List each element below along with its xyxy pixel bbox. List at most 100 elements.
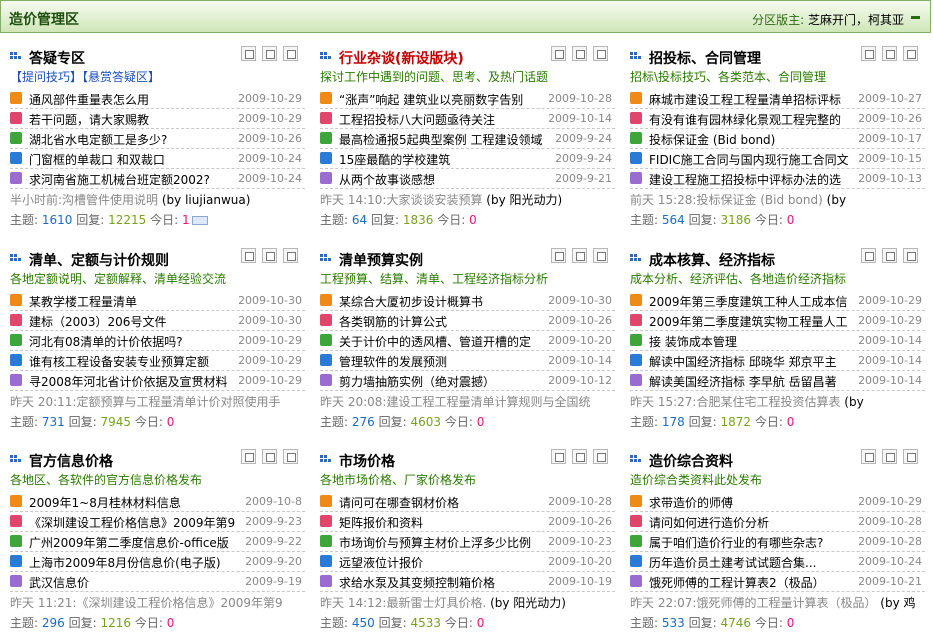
forum-name[interactable]: 市场价格 bbox=[339, 451, 395, 471]
last-post-link[interactable]: 昨天 14:12:最新雷士灯具价格. bbox=[320, 596, 486, 610]
moderator-icon[interactable] bbox=[903, 449, 918, 464]
new-topic-icon[interactable] bbox=[262, 449, 277, 464]
thread-title[interactable]: 《深圳建设工程价格信息》2009年第9 bbox=[29, 514, 235, 531]
last-post-link[interactable]: 前天 15:28:投标保证金 (Bid bond) bbox=[630, 193, 823, 207]
new-topic-icon[interactable] bbox=[882, 449, 897, 464]
thread-title[interactable]: 某教学楼工程量清单 bbox=[29, 293, 235, 310]
forum-description[interactable]: 招标\投标技巧、各类范本、合同管理 bbox=[630, 68, 826, 85]
thread-title[interactable]: 关于计价中的透风槽、管道开槽的定 bbox=[339, 333, 545, 350]
forum-description[interactable]: 【提问技巧】【悬赏答疑区】 bbox=[10, 68, 160, 85]
thread-title[interactable]: 15座最酷的学校建筑 bbox=[339, 151, 545, 168]
thread-title[interactable]: 湖北省水电定额工是多少? bbox=[29, 131, 235, 148]
last-post-link[interactable]: 半小时前:沟槽管件使用说明 bbox=[10, 193, 158, 207]
forum-name[interactable]: 清单预算实例 bbox=[339, 250, 423, 270]
new-topic-icon[interactable] bbox=[572, 46, 587, 61]
rss-icon[interactable] bbox=[241, 248, 256, 263]
thread-title[interactable]: 解读美国经济指标 李早航 岳留昌著 bbox=[649, 373, 855, 390]
thread-title[interactable]: 寻2008年河北省计价依据及宣贯材料 bbox=[29, 373, 235, 390]
last-post-author[interactable]: (by bbox=[844, 395, 863, 409]
thread-title[interactable]: 若干问题，请大家赐教 bbox=[29, 111, 235, 128]
forum-name[interactable]: 造价综合资料 bbox=[649, 451, 733, 471]
thread-title[interactable]: 饿死师傅的工程计算表2（极品） bbox=[649, 574, 855, 591]
moderator-links[interactable]: 芝麻开门，柯其亚 bbox=[808, 13, 904, 27]
thread-title[interactable]: 远望液位计报价 bbox=[339, 554, 545, 571]
last-post-author[interactable]: (by liujianwua) bbox=[162, 193, 251, 207]
thread-title[interactable]: 历年造价员土建考试试题合集... bbox=[649, 554, 855, 571]
last-post-link[interactable]: 昨天 20:11:定额预算与工程量清单计价对照使用手 bbox=[10, 395, 280, 409]
thread-title[interactable]: 投标保证金 (Bid bond) bbox=[649, 131, 855, 148]
forum-description[interactable]: 工程预算、结算、清单、工程经济指标分析 bbox=[320, 270, 548, 287]
forum-description[interactable]: 成本分析、经济评估、各地造价经济指标 bbox=[630, 270, 846, 287]
moderator-icon[interactable] bbox=[593, 449, 608, 464]
last-post-author[interactable]: (by 鸡 bbox=[880, 596, 915, 610]
moderator-icon[interactable] bbox=[593, 46, 608, 61]
thread-title[interactable]: 最高检通报5起典型案例 工程建设领域 bbox=[339, 131, 545, 148]
last-post-link[interactable]: 昨天 14:10:大家谈谈安装预算 bbox=[320, 193, 482, 207]
thread-title[interactable]: FIDIC施工合同与国内现行施工合同文 bbox=[649, 151, 855, 168]
moderator-icon[interactable] bbox=[283, 248, 298, 263]
last-post-link[interactable]: 昨天 22:07:饿死师傅的工程量计算表（极品） bbox=[630, 596, 876, 610]
thread-title[interactable]: 请问可在哪查钢材价格 bbox=[339, 494, 545, 511]
rss-icon[interactable] bbox=[861, 248, 876, 263]
thread-title[interactable]: 各类钢筋的计算公式 bbox=[339, 313, 545, 330]
thread-title[interactable]: 求河南省施工机械台班定额2002? bbox=[29, 171, 235, 188]
new-topic-icon[interactable] bbox=[262, 46, 277, 61]
moderator-icon[interactable] bbox=[903, 46, 918, 61]
thread-title[interactable]: 2009年1~8月桂林材料信息 bbox=[29, 494, 235, 511]
rss-icon[interactable] bbox=[861, 46, 876, 61]
last-post-author[interactable]: (by bbox=[827, 193, 846, 207]
last-post-author[interactable]: (by 阳光动力) bbox=[486, 193, 562, 207]
thread-title[interactable]: 市场询价与预算主材价上浮多少比例 bbox=[339, 534, 545, 551]
thread-title[interactable]: 上海市2009年8月份信息价(电子版) bbox=[29, 554, 235, 571]
last-post-link[interactable]: 昨天 20:08:建设工程工程量清单计算规则与全国统 bbox=[320, 395, 590, 409]
thread-title[interactable]: 属于咱们造价行业的有哪些杂志? bbox=[649, 534, 855, 551]
last-post-link[interactable]: 昨天 15:27:合肥某住宅工程投资估算表 bbox=[630, 395, 840, 409]
thread-title[interactable]: “涨声”响起 建筑业以亮丽数字告别 bbox=[339, 91, 545, 108]
moderator-icon[interactable] bbox=[283, 449, 298, 464]
forum-description[interactable]: 各地定额说明、定额解释、清单经验交流 bbox=[10, 270, 226, 287]
forum-name[interactable]: 招投标、合同管理 bbox=[649, 48, 761, 68]
thread-title[interactable]: 麻城市建设工程工程量清单招标评标 bbox=[649, 91, 855, 108]
rss-icon[interactable] bbox=[861, 449, 876, 464]
thread-title[interactable]: 武汉信息价 bbox=[29, 574, 235, 591]
thread-title[interactable]: 2009年第三季度建筑工种人工成本信 bbox=[649, 293, 855, 310]
thread-title[interactable]: 有没有谁有园林绿化景观工程完整的 bbox=[649, 111, 855, 128]
forum-name[interactable]: 官方信息价格 bbox=[29, 451, 113, 471]
new-topic-icon[interactable] bbox=[882, 46, 897, 61]
thread-title[interactable]: 河北有08清单的计价依据吗? bbox=[29, 333, 235, 350]
thread-title[interactable]: 接 装饰成本管理 bbox=[649, 333, 855, 350]
thread-title[interactable]: 工程招投标八大问题亟待关注 bbox=[339, 111, 545, 128]
thread-title[interactable]: 求给水泵及其变频控制箱价格 bbox=[339, 574, 545, 591]
thread-title[interactable]: 谁有核工程设备安装专业预算定额 bbox=[29, 353, 235, 370]
thread-title[interactable]: 解读中国经济指标 邱晓华 郑京平主 bbox=[649, 353, 855, 370]
rss-icon[interactable] bbox=[241, 46, 256, 61]
forum-name[interactable]: 成本核算、经济指标 bbox=[649, 250, 775, 270]
rss-icon[interactable] bbox=[241, 449, 256, 464]
thread-title[interactable]: 建标（2003）206号文件 bbox=[29, 313, 235, 330]
thread-title[interactable]: 某综合大厦初步设计概算书 bbox=[339, 293, 545, 310]
thread-title[interactable]: 通风部件重量表怎么用 bbox=[29, 91, 235, 108]
rss-icon[interactable] bbox=[551, 248, 566, 263]
thread-title[interactable]: 请问如何进行造价分析 bbox=[649, 514, 855, 531]
forum-description[interactable]: 各地区、各软件的官方信息价格发布 bbox=[10, 471, 202, 488]
new-topic-icon[interactable] bbox=[572, 449, 587, 464]
last-post-link[interactable]: 昨天 11:21:《深圳建设工程价格信息》2009年第9 bbox=[10, 596, 283, 610]
forum-name[interactable]: 答疑专区 bbox=[29, 48, 85, 68]
thread-title[interactable]: 从两个故事谈感想 bbox=[339, 171, 545, 188]
new-topic-icon[interactable] bbox=[572, 248, 587, 263]
thread-title[interactable]: 矩阵报价和资料 bbox=[339, 514, 545, 531]
moderator-icon[interactable] bbox=[283, 46, 298, 61]
thread-title[interactable]: 广州2009年第二季度信息价-office版 bbox=[29, 534, 235, 551]
moderator-icon[interactable] bbox=[593, 248, 608, 263]
thread-title[interactable]: 建设工程施工招投标中评标办法的选 bbox=[649, 171, 855, 188]
last-post-author[interactable]: (by 阳光动力) bbox=[490, 596, 566, 610]
moderator-icon[interactable] bbox=[903, 248, 918, 263]
forum-description[interactable]: 各地市场价格、厂家价格发布 bbox=[320, 471, 476, 488]
forum-description[interactable]: 造价综合类资料此处发布 bbox=[630, 471, 762, 488]
forum-description[interactable]: 探讨工作中遇到的问题、思考、及热门话题 bbox=[320, 68, 548, 85]
thread-title[interactable]: 2009年第二季度建筑实物工程量人工 bbox=[649, 313, 855, 330]
thread-title[interactable]: 求带造价的师傅 bbox=[649, 494, 855, 511]
rss-icon[interactable] bbox=[551, 46, 566, 61]
collapse-icon[interactable] bbox=[911, 16, 920, 19]
section-title[interactable]: 造价管理区 bbox=[9, 9, 79, 29]
